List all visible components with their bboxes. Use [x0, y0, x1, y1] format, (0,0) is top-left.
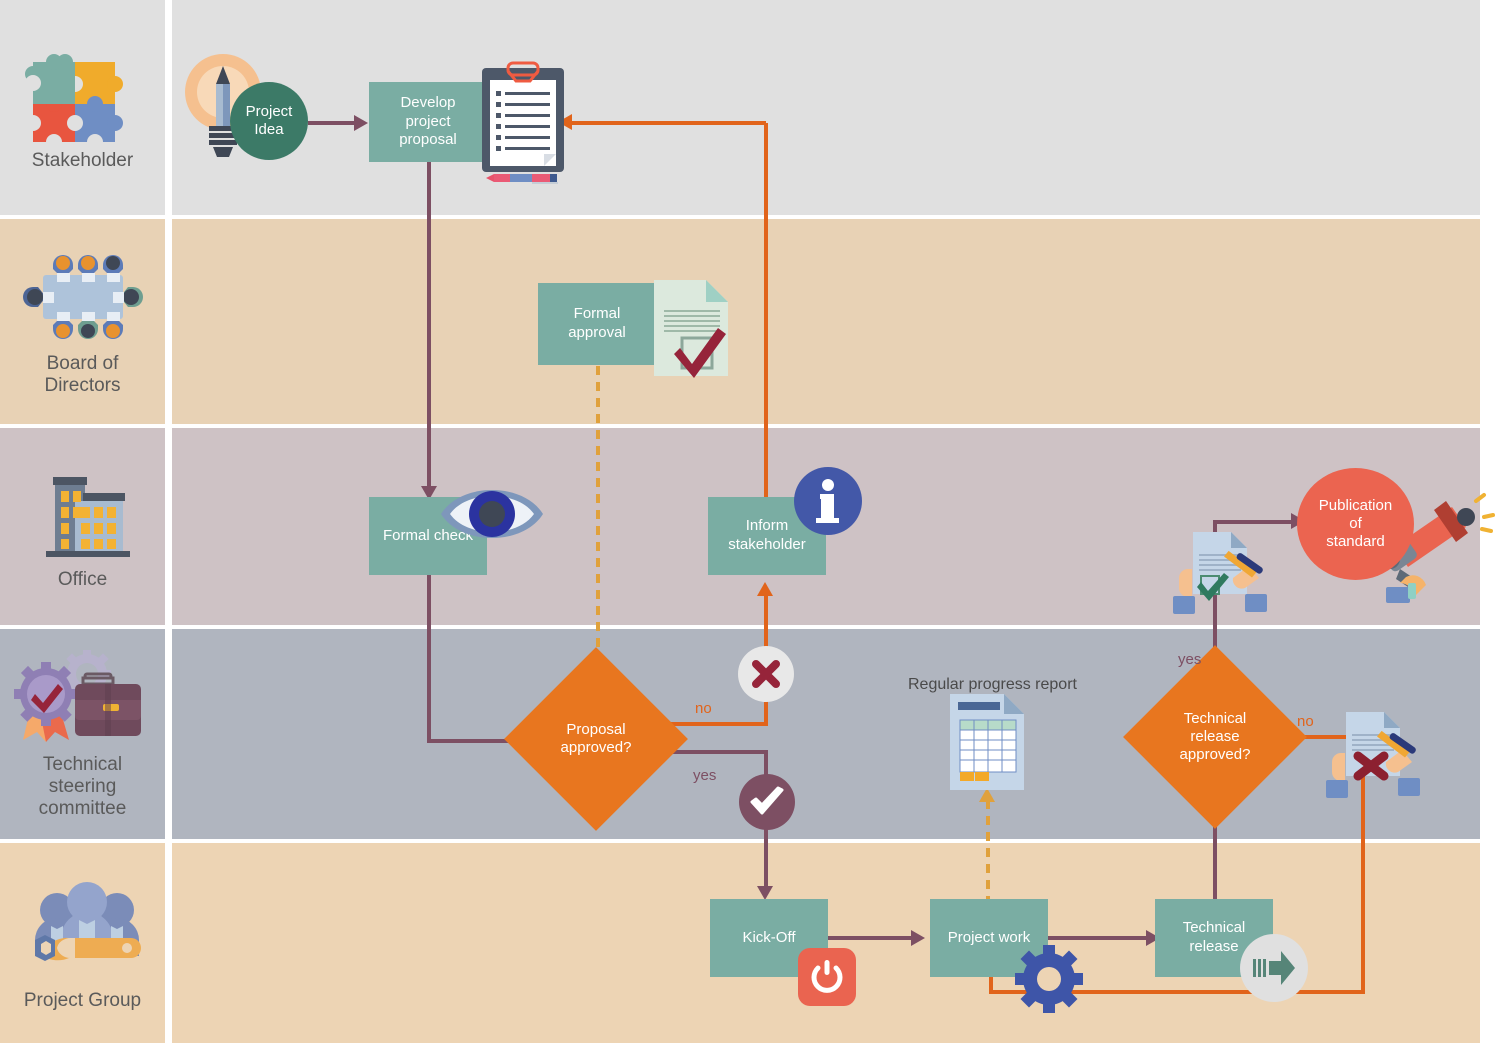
edge-formalapproval-dashed: [596, 366, 600, 666]
arrowhead-kickoff-to-projectwork: [911, 930, 925, 946]
lane-label-tsc: Technical steering committee: [38, 754, 127, 819]
edge-inform-to-develop: [572, 121, 766, 125]
arrowhead-idea-to-develop: [354, 115, 368, 131]
node-formal-approval[interactable]: Formal approval: [538, 283, 656, 365]
edge-projectwork-to-report: [986, 800, 990, 900]
node-project-idea[interactable]: Project Idea: [230, 82, 308, 160]
lane-header-board: Board of Directors: [0, 219, 165, 424]
arrowhead-proposal-no-to-inform: [757, 582, 773, 596]
board-meeting-icon: [13, 247, 153, 347]
reject-x-badge: [738, 646, 794, 702]
document-approved-icon: [652, 278, 732, 378]
node-technical-release-approved-decision[interactable]: Technical release approved?: [1123, 645, 1307, 829]
node-publication-of-standard[interactable]: Publication of standard: [1297, 468, 1414, 580]
swimlane-diagram: Stakeholder Board of Directors Office Te…: [0, 0, 1500, 1050]
lane-label-office: Office: [57, 568, 108, 590]
award-briefcase-icon: [13, 648, 153, 748]
edge-label-proposal-no: no: [695, 700, 712, 717]
clipboard-checklist-icon: [478, 61, 598, 187]
edge-kickoff-to-projectwork: [828, 936, 914, 940]
lane-header-tsc: Technical steering committee: [0, 629, 165, 839]
edge-projectwork-to-techrelease: [1048, 936, 1150, 940]
edge-label-tech-yes: yes: [1178, 651, 1202, 668]
node-develop-project-proposal[interactable]: Develop project proposal: [369, 82, 487, 162]
lane-label-board: Board of Directors: [44, 352, 121, 396]
edge-label-tech-no: no: [1297, 713, 1314, 730]
lane-header-office: Office: [0, 428, 165, 625]
power-button-icon: [798, 948, 856, 1006]
lane-header-stakeholder: Stakeholder: [0, 0, 165, 215]
lane-body-board: [172, 219, 1480, 424]
team-wrench-icon: [13, 874, 153, 984]
lane-board-of-directors: Board of Directors: [0, 219, 1490, 424]
info-icon: [794, 467, 862, 535]
lane-label-project-group: Project Group: [23, 990, 142, 1012]
edge-formalcheck-down: [427, 575, 431, 742]
arrowhead-proposal-yes-to-kickoff: [757, 886, 773, 900]
annotation-regular-progress-report: Regular progress report: [908, 676, 1077, 693]
puzzle-pieces-icon: [13, 44, 153, 150]
node-proposal-approved-decision[interactable]: Proposal approved?: [504, 647, 688, 831]
edge-inform-up: [764, 123, 768, 498]
edge-label-proposal-yes: yes: [693, 767, 717, 784]
gear-icon: [1015, 945, 1083, 1013]
edge-develop-to-formalcheck: [427, 160, 431, 490]
lane-label-stakeholder: Stakeholder: [31, 149, 134, 171]
office-building-icon: [13, 463, 153, 563]
document-sign-reject-icon: [1322, 704, 1427, 804]
edge-idea-to-develop: [308, 121, 356, 125]
document-sign-check-icon: [1171, 522, 1276, 617]
eye-icon: [437, 478, 547, 550]
progress-report-table-icon: [948, 692, 1028, 792]
lane-header-project-group: Project Group: [0, 843, 165, 1043]
approve-check-badge: [739, 774, 795, 830]
fast-forward-icon: [1240, 934, 1308, 1002]
